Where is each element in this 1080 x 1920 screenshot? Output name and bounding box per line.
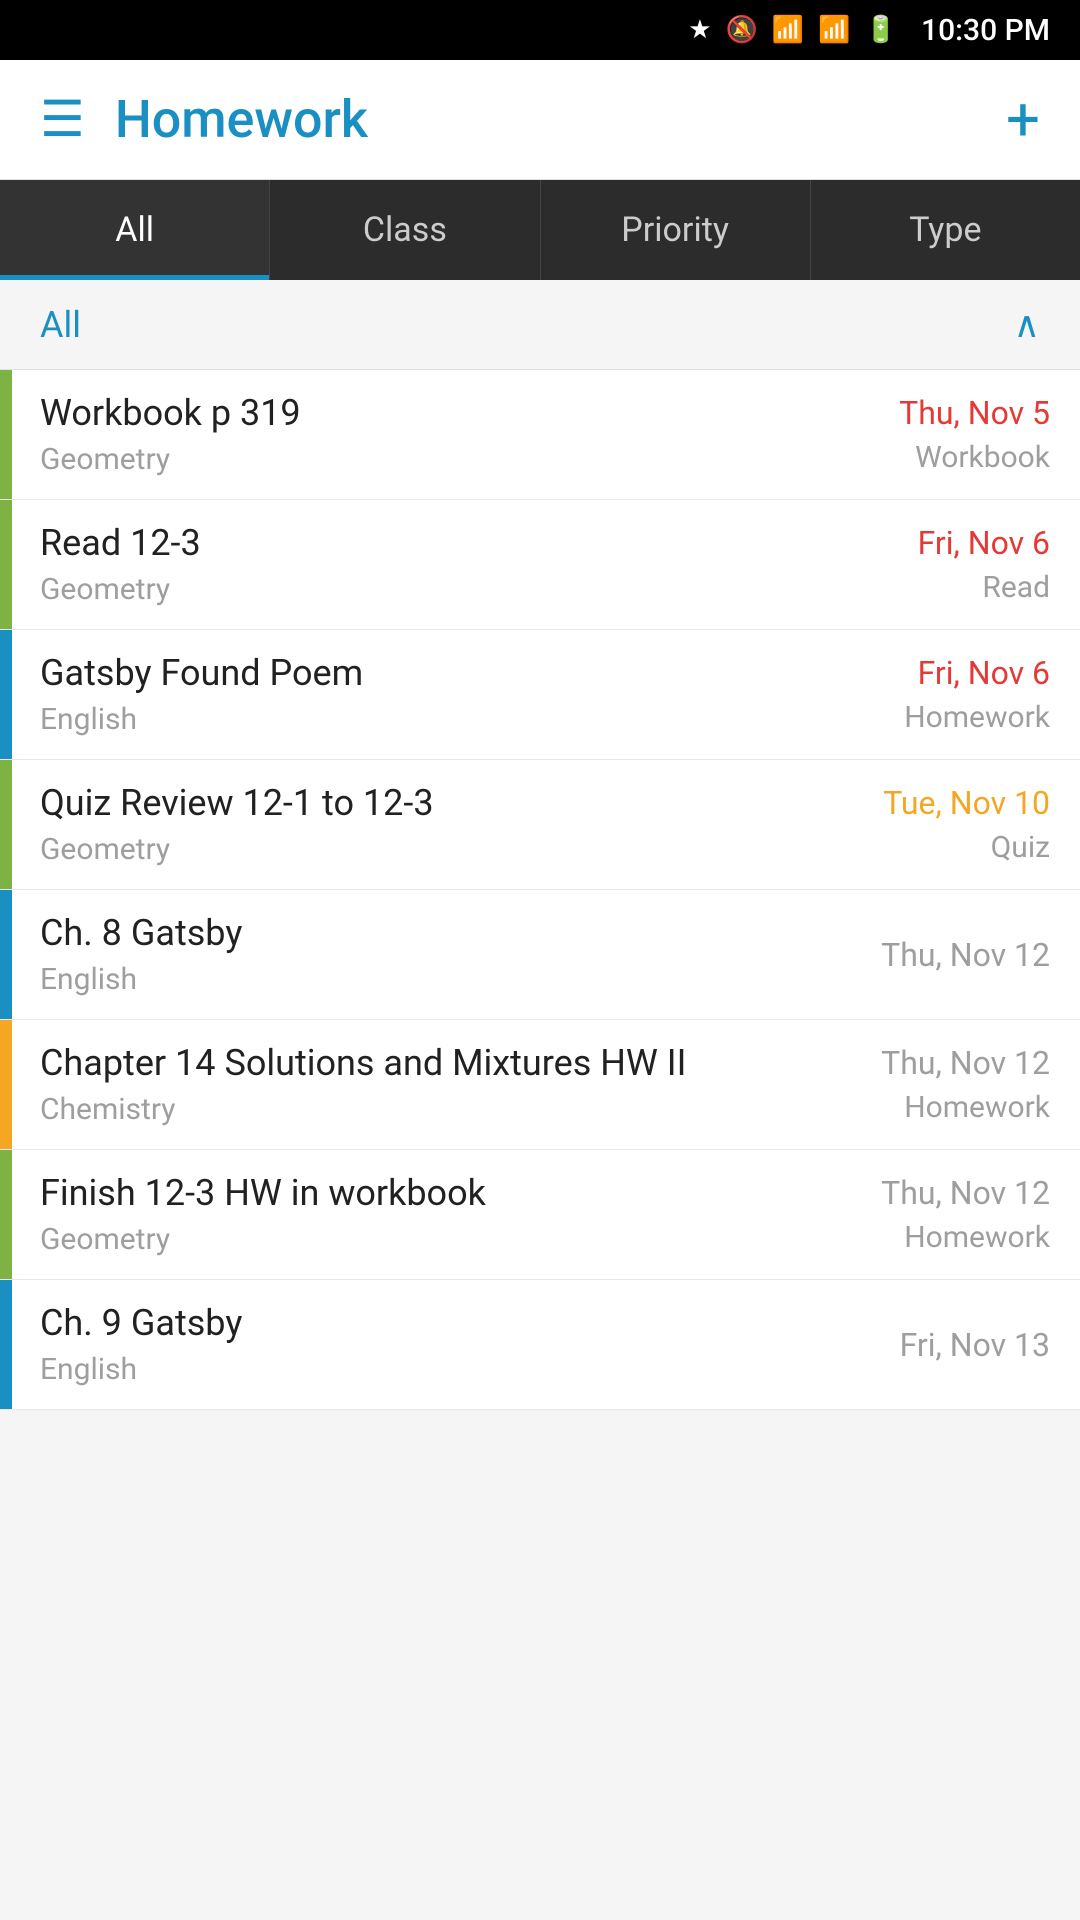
signal-icon: 📶 [818, 15, 850, 45]
item-date: Thu, Nov 12 [881, 1044, 1050, 1082]
tab-priority[interactable]: Priority [541, 180, 811, 280]
item-subject: English [40, 702, 363, 737]
battery-icon: 🔋 [865, 15, 897, 45]
color-bar [0, 890, 12, 1019]
tab-bar: AllClassPriorityType [0, 180, 1080, 280]
item-left: Ch. 8 Gatsby English [40, 912, 242, 997]
color-bar [0, 1020, 12, 1149]
list-item[interactable]: Quiz Review 12-1 to 12-3 Geometry Tue, Nov… [0, 760, 1080, 890]
tab-type[interactable]: Type [811, 180, 1080, 280]
list-item[interactable]: Gatsby Found Poem English Fri, Nov 6 Homewo… [0, 630, 1080, 760]
item-date: Fri, Nov 6 [918, 524, 1050, 562]
wifi-icon: 📶 [772, 15, 804, 45]
bluetooth-icon: ★ [688, 15, 711, 45]
item-left: Finish 12-3 HW in workbook Geometry [40, 1172, 486, 1257]
tab-all[interactable]: All [0, 180, 270, 280]
item-left: Quiz Review 12-1 to 12-3 Geometry [40, 782, 434, 867]
add-button[interactable]: + [1006, 84, 1040, 155]
color-bar [0, 760, 12, 889]
item-right: Thu, Nov 12 Homework [881, 1044, 1050, 1125]
item-title: Ch. 8 Gatsby [40, 912, 242, 954]
item-right: Thu, Nov 12 [881, 936, 1050, 974]
item-title: Workbook p 319 [40, 392, 301, 434]
app-title: Homework [115, 89, 1006, 150]
item-date: Fri, Nov 13 [900, 1326, 1050, 1364]
item-subject: Geometry [40, 572, 201, 607]
item-title: Chapter 14 Solutions and Mixtures HW II [40, 1042, 686, 1084]
item-date: Thu, Nov 5 [899, 394, 1050, 432]
item-right: Tue, Nov 10 Quiz [883, 784, 1050, 865]
item-date: Thu, Nov 12 [881, 1174, 1050, 1212]
list-item[interactable]: Workbook p 319 Geometry Thu, Nov 5 Workbook [0, 370, 1080, 500]
item-right: Fri, Nov 13 [900, 1326, 1050, 1364]
item-content: Ch. 9 Gatsby English Fri, Nov 13 [12, 1280, 1080, 1409]
item-left: Ch. 9 Gatsby English [40, 1302, 242, 1387]
list-item[interactable]: Read 12-3 Geometry Fri, Nov 6 Read [0, 500, 1080, 630]
item-type: Homework [904, 1090, 1050, 1125]
item-right: Fri, Nov 6 Homework [904, 654, 1050, 735]
item-content: Ch. 8 Gatsby English Thu, Nov 12 [12, 890, 1080, 1019]
tab-class[interactable]: Class [270, 180, 540, 280]
item-type: Workbook [915, 440, 1050, 475]
item-date: Fri, Nov 6 [918, 654, 1050, 692]
item-right: Thu, Nov 12 Homework [881, 1174, 1050, 1255]
item-left: Gatsby Found Poem English [40, 652, 363, 737]
item-subject: English [40, 1352, 242, 1387]
item-left: Chapter 14 Solutions and Mixtures HW II C… [40, 1042, 686, 1127]
item-subject: Chemistry [40, 1092, 686, 1127]
item-subject: Geometry [40, 442, 301, 477]
status-icons: ★ 🔕 📶 📶 🔋 10:30 PM [688, 13, 1050, 48]
item-right: Thu, Nov 5 Workbook [899, 394, 1050, 475]
item-title: Ch. 9 Gatsby [40, 1302, 242, 1344]
item-title: Gatsby Found Poem [40, 652, 363, 694]
app-bar: ☰ Homework + [0, 60, 1080, 180]
vibrate-icon: 🔕 [726, 15, 758, 45]
color-bar [0, 1280, 12, 1409]
item-content: Finish 12-3 HW in workbook Geometry Thu, N… [12, 1150, 1080, 1279]
color-bar [0, 630, 12, 759]
item-subject: Geometry [40, 832, 434, 867]
item-left: Read 12-3 Geometry [40, 522, 201, 607]
item-content: Workbook p 319 Geometry Thu, Nov 5 Workbook [12, 370, 1080, 499]
item-right: Fri, Nov 6 Read [918, 524, 1050, 605]
list-item[interactable]: Finish 12-3 HW in workbook Geometry Thu, N… [0, 1150, 1080, 1280]
status-time: 10:30 PM [921, 13, 1050, 48]
status-bar: ★ 🔕 📶 📶 🔋 10:30 PM [0, 0, 1080, 60]
item-type: Read [982, 570, 1050, 605]
color-bar [0, 1150, 12, 1279]
item-title: Finish 12-3 HW in workbook [40, 1172, 486, 1214]
list-item[interactable]: Ch. 9 Gatsby English Fri, Nov 13 [0, 1280, 1080, 1410]
item-title: Read 12-3 [40, 522, 201, 564]
menu-icon[interactable]: ☰ [40, 95, 85, 145]
item-content: Read 12-3 Geometry Fri, Nov 6 Read [12, 500, 1080, 629]
item-content: Quiz Review 12-1 to 12-3 Geometry Tue, Nov… [12, 760, 1080, 889]
item-date: Thu, Nov 12 [881, 936, 1050, 974]
item-type: Homework [904, 700, 1050, 735]
item-subject: English [40, 962, 242, 997]
item-type: Quiz [991, 830, 1050, 865]
homework-list: Workbook p 319GeometryThu, Nov 5Workbook… [0, 370, 1080, 1410]
filter-row[interactable]: All ∧ [0, 280, 1080, 370]
item-content: Gatsby Found Poem English Fri, Nov 6 Homewo… [12, 630, 1080, 759]
list-item[interactable]: Chapter 14 Solutions and Mixtures HW II C… [0, 1020, 1080, 1150]
item-title: Quiz Review 12-1 to 12-3 [40, 782, 434, 824]
item-content: Chapter 14 Solutions and Mixtures HW II C… [12, 1020, 1080, 1149]
list-item[interactable]: Ch. 8 Gatsby English Thu, Nov 12 [0, 890, 1080, 1020]
item-type: Homework [904, 1220, 1050, 1255]
item-left: Workbook p 319 Geometry [40, 392, 301, 477]
filter-label: All [40, 304, 1014, 346]
color-bar [0, 500, 12, 629]
item-date: Tue, Nov 10 [883, 784, 1050, 822]
color-bar [0, 370, 12, 499]
item-subject: Geometry [40, 1222, 486, 1257]
chevron-up-icon: ∧ [1014, 304, 1040, 346]
